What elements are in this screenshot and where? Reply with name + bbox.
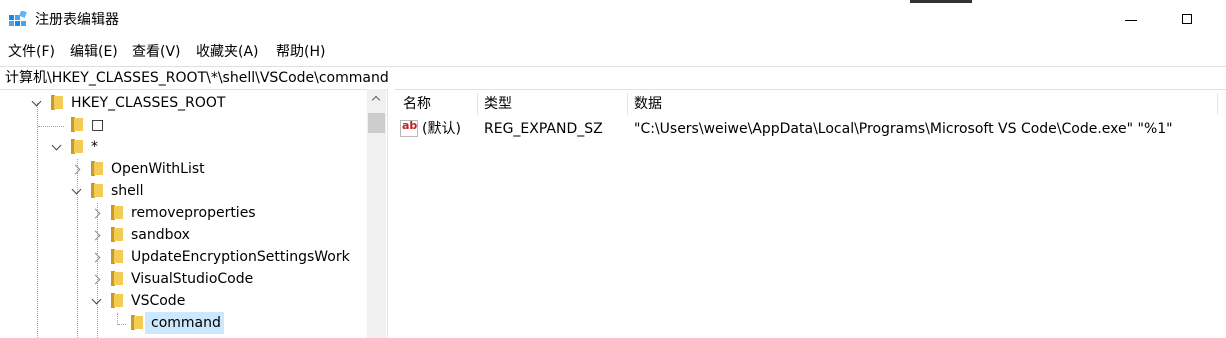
pane-splitter[interactable] [387, 89, 395, 338]
tree-item-label: HKEY_CLASSES_ROOT [71, 95, 226, 111]
tree-item-box[interactable]: □ [0, 114, 367, 136]
column-separator[interactable] [477, 93, 478, 115]
folder-icon [91, 161, 103, 176]
tree-item-openwithlist[interactable]: OpenWithList [0, 158, 367, 180]
window-title: 注册表编辑器 [35, 12, 119, 28]
menu-edit[interactable]: 编辑(E) [70, 42, 118, 62]
tree-item-label-selected: command [145, 312, 224, 334]
folder-icon [111, 271, 123, 286]
column-header-name[interactable]: 名称 [403, 93, 431, 115]
column-separator[interactable] [1217, 93, 1218, 115]
tree-item-vscode[interactable]: VSCode [0, 290, 367, 312]
column-separator[interactable] [627, 93, 628, 115]
value-name: (默认) [422, 121, 461, 137]
chevron-down-icon[interactable] [31, 92, 43, 114]
folder-icon [131, 315, 143, 330]
menu-view[interactable]: 查看(V) [132, 42, 181, 62]
title-accent-bar [910, 0, 972, 3]
scroll-up-arrow-icon[interactable] [367, 89, 386, 109]
chevron-down-icon[interactable] [71, 180, 83, 202]
address-bar[interactable]: 计算机\HKEY_CLASSES_ROOT\*\shell\VSCode\com… [0, 66, 1226, 90]
menu-bar: 文件(F) 编辑(E) 查看(V) 收藏夹(A) 帮助(H) [0, 40, 1226, 64]
tree-item-label: OpenWithList [111, 161, 205, 177]
tree-item-label: sandbox [131, 227, 190, 243]
tree-item-sandbox[interactable]: sandbox [0, 224, 367, 246]
key-tree: HKEY_CLASSES_ROOT □ * OpenWithList shell… [0, 89, 387, 338]
folder-icon [91, 183, 103, 198]
chevron-down-icon[interactable] [51, 136, 63, 158]
tree-item-label: shell [111, 183, 144, 199]
folder-icon [51, 95, 63, 110]
tree-item-label: removeproperties [131, 205, 256, 221]
values-list: 名称 类型 数据 ab (默认) REG_EXPAND_SZ "C:\Users… [395, 89, 1226, 338]
column-header-data[interactable]: 数据 [634, 93, 662, 115]
folder-icon [111, 249, 123, 264]
chevron-right-icon[interactable] [91, 224, 103, 246]
tree-item-label: * [91, 139, 98, 155]
maximize-button[interactable] [1165, 0, 1211, 40]
value-row[interactable]: ab (默认) REG_EXPAND_SZ "C:\Users\weiwe\Ap… [395, 118, 1226, 140]
minimize-button[interactable] [1109, 0, 1155, 40]
tree-item-command[interactable]: command [0, 312, 367, 334]
tree-scrollbar[interactable] [367, 89, 386, 338]
tree-item-removeproperties[interactable]: removeproperties [0, 202, 367, 224]
tree-item-label: UpdateEncryptionSettingsWork [131, 249, 350, 265]
menu-help[interactable]: 帮助(H) [276, 42, 325, 62]
column-header-type[interactable]: 类型 [484, 93, 512, 115]
menu-file[interactable]: 文件(F) [8, 42, 55, 62]
scrollbar-thumb[interactable] [368, 113, 385, 133]
chevron-right-icon[interactable] [91, 246, 103, 268]
tree-item-label: VisualStudioCode [131, 271, 254, 287]
tree-item-updateencryptionsettingswork[interactable]: UpdateEncryptionSettingsWork [0, 246, 367, 268]
tree-item-hkey-classes-root[interactable]: HKEY_CLASSES_ROOT [0, 92, 367, 114]
tree-item-label: □ [91, 117, 105, 133]
tree-item-visualstudiocode[interactable]: VisualStudioCode [0, 268, 367, 290]
chevron-right-icon[interactable] [91, 202, 103, 224]
chevron-right-icon[interactable] [91, 268, 103, 290]
folder-icon [111, 227, 123, 242]
string-value-icon: ab [400, 119, 418, 137]
folder-icon [71, 139, 83, 154]
menu-favorites[interactable]: 收藏夹(A) [196, 42, 259, 62]
value-data: "C:\Users\weiwe\AppData\Local\Programs\M… [634, 121, 1173, 137]
folder-icon [71, 117, 83, 132]
folder-icon [111, 293, 123, 308]
folder-icon [111, 205, 123, 220]
tree-item-shell[interactable]: shell [0, 180, 367, 202]
title-bar: 注册表编辑器 [0, 0, 1226, 40]
registry-editor-icon [9, 11, 27, 26]
tree-item-label: VSCode [131, 293, 186, 309]
address-path[interactable]: 计算机\HKEY_CLASSES_ROOT\*\shell\VSCode\com… [5, 68, 389, 88]
chevron-down-icon[interactable] [91, 290, 103, 312]
chevron-right-icon[interactable] [71, 158, 83, 180]
value-type: REG_EXPAND_SZ [484, 121, 603, 137]
tree-item-star[interactable]: * [0, 136, 367, 158]
